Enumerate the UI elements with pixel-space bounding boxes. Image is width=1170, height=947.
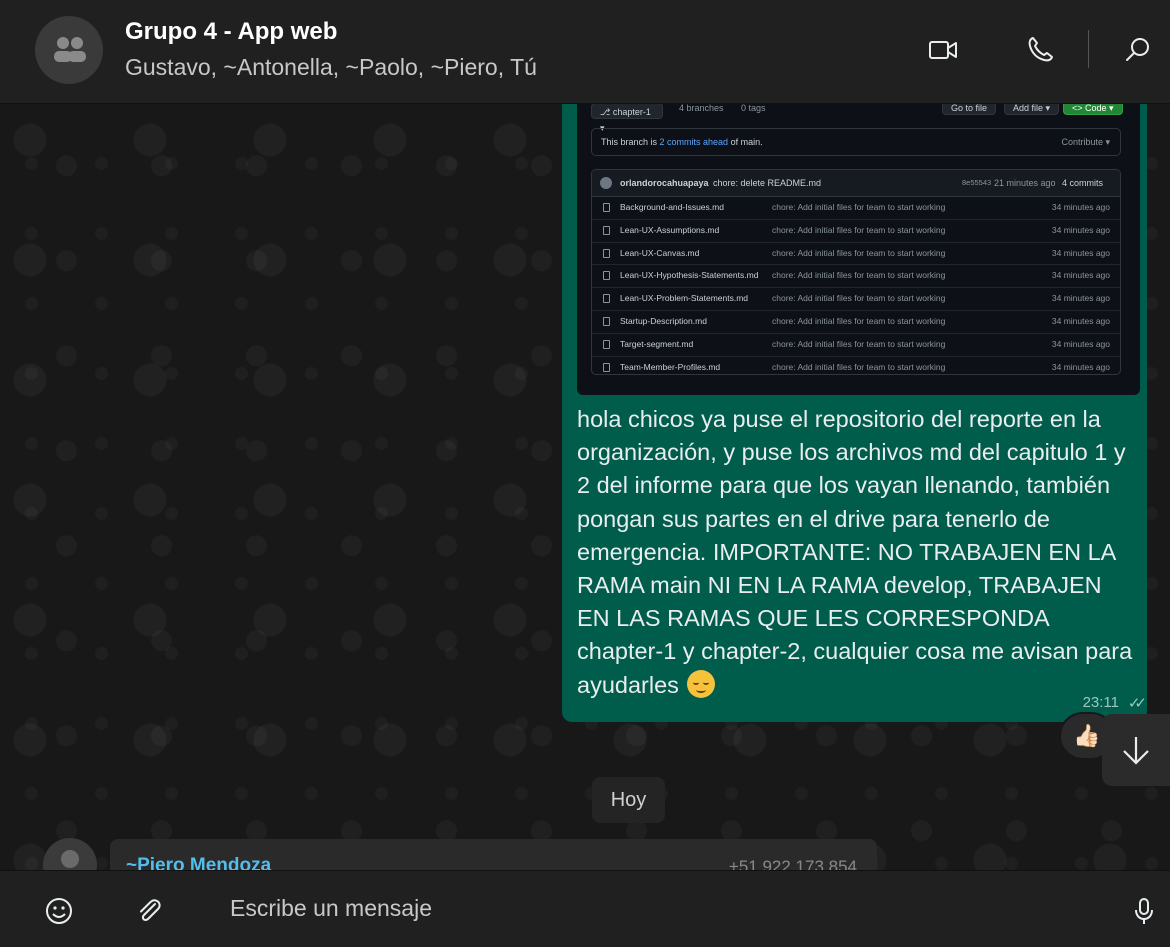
file-row: Lean-UX-Hypothesis-Statements.md chore: A… (592, 265, 1120, 289)
file-time: 34 minutes ago (1051, 315, 1110, 326)
incoming-message-bubble[interactable]: ~Piero Mendoza +51 922 173 854 (110, 839, 877, 870)
note-suffix: of main. (728, 137, 763, 147)
sender-avatar[interactable] (43, 838, 97, 870)
arrow-down-icon (1123, 737, 1149, 765)
file-icon (603, 203, 610, 212)
file-commit-message: chore: Add initial files for team to sta… (772, 338, 946, 349)
file-name: Lean-UX-Hypothesis-Statements.md (620, 270, 759, 281)
note-link: 2 commits ahead (659, 137, 729, 147)
outgoing-message-bubble[interactable]: ⎇ chapter-1 ▾ 4 branches 0 tags Go to fi… (562, 104, 1147, 722)
file-commit-message: chore: Add initial files for team to sta… (772, 293, 946, 304)
branch-name: chapter-1 (612, 107, 651, 117)
code-button: <> Code ▾ (1063, 104, 1123, 115)
group-avatar[interactable] (35, 16, 103, 84)
file-icon (603, 271, 610, 281)
file-name: Target-segment.md (620, 338, 694, 349)
attached-screenshot[interactable]: ⎇ chapter-1 ▾ 4 branches 0 tags Go to fi… (577, 104, 1140, 395)
file-name: Startup-Description.md (620, 315, 707, 326)
branches-count: 4 branches (679, 104, 724, 113)
file-time: 34 minutes ago (1051, 224, 1110, 235)
group-icon (54, 37, 86, 62)
commit-author: orlandorocahuapaya (620, 178, 709, 188)
file-name: Background-and-Issues.md (620, 202, 724, 212)
file-time: 34 minutes ago (1051, 293, 1110, 304)
message-text: hola chicos ya puse el repositorio del r… (577, 403, 1137, 702)
file-row: Background-and-Issues.md chore: Add initi… (592, 197, 1120, 220)
latest-commit-row: orlandorocahuapaya chore: delete README.… (592, 170, 1120, 197)
file-commit-message: chore: Add initial files for team to sta… (772, 224, 946, 235)
file-icon (603, 316, 610, 326)
file-table: orlandorocahuapaya chore: delete README.… (591, 169, 1121, 375)
sender-phone: +51 922 173 854 (728, 857, 857, 870)
file-commit-message: chore: Add initial files for team to sta… (772, 270, 946, 281)
person-icon (61, 850, 79, 868)
file-time: 34 minutes ago (1051, 247, 1110, 258)
file-row: Lean-UX-Assumptions.md chore: Add initial… (592, 220, 1120, 243)
note-prefix: This branch is (601, 137, 660, 147)
file-icon (603, 248, 610, 258)
commit-hash: 8e55543 (962, 178, 992, 187)
file-icon (603, 339, 610, 349)
branch-select: ⎇ chapter-1 ▾ (591, 104, 663, 133)
video-call-icon[interactable] (925, 32, 961, 68)
emoji-icon[interactable] (43, 895, 75, 927)
chat-members[interactable]: Gustavo, ~Antonella, ~Paolo, ~Piero, Tú (125, 54, 537, 81)
tags-count: 0 tags (741, 104, 766, 113)
message-composer: Escribe un mensaje (0, 870, 1170, 947)
chat-title[interactable]: Grupo 4 - App web (125, 18, 337, 46)
file-row: Startup-Description.md chore: Add initial… (592, 311, 1120, 334)
search-icon[interactable] (1120, 32, 1156, 68)
read-receipt-icon: ✓✓ (1127, 695, 1147, 712)
file-icon (603, 294, 610, 304)
message-input[interactable]: Escribe un mensaje (230, 895, 432, 922)
contribute-button: Contribute ▾ (1061, 137, 1110, 147)
file-icon (603, 362, 610, 372)
file-row: Team-Member-Profiles.md chore: Add initia… (592, 357, 1120, 374)
message-body: hola chicos ya puse el repositorio del r… (577, 406, 1133, 698)
attach-icon[interactable] (133, 895, 165, 927)
file-name: Lean-UX-Assumptions.md (620, 224, 720, 235)
file-time: 34 minutes ago (1051, 338, 1110, 349)
file-name: Team-Member-Profiles.md (620, 361, 721, 372)
voice-call-icon[interactable] (1022, 32, 1058, 68)
file-time: 34 minutes ago (1051, 202, 1110, 212)
smiling-face-emoji-icon (687, 669, 716, 698)
add-file-button: Add file ▾ (1004, 104, 1060, 115)
author-avatar (600, 177, 612, 189)
file-time: 34 minutes ago (1051, 361, 1110, 372)
file-name: Lean-UX-Canvas.md (620, 247, 700, 258)
go-to-file-button: Go to file (942, 104, 997, 115)
file-row: Lean-UX-Canvas.md chore: Add initial file… (592, 243, 1120, 266)
file-row: Lean-UX-Problem-Statements.md chore: Add … (592, 288, 1120, 311)
commit-time: 21 minutes ago (994, 178, 1056, 188)
file-commit-message: chore: Add initial files for team to sta… (772, 361, 946, 372)
file-commit-message: chore: Add initial files for team to sta… (772, 247, 946, 258)
date-separator: Hoy (592, 777, 665, 823)
branch-ahead-note: This branch is 2 commits ahead of main. … (591, 128, 1121, 156)
message-time: 23:11 (1082, 694, 1119, 711)
chat-area[interactable]: ⎇ chapter-1 ▾ 4 branches 0 tags Go to fi… (0, 104, 1170, 870)
file-commit-message: chore: Add initial files for team to sta… (772, 202, 946, 212)
chat-header: Grupo 4 - App web Gustavo, ~Antonella, ~… (0, 0, 1170, 104)
scroll-down-button[interactable] (1102, 714, 1170, 786)
file-commit-message: chore: Add initial files for team to sta… (772, 315, 946, 326)
file-row: Target-segment.md chore: Add initial file… (592, 334, 1120, 357)
commit-count: 4 commits (1062, 178, 1104, 188)
file-icon (603, 225, 610, 235)
sender-name[interactable]: ~Piero Mendoza (126, 855, 271, 870)
microphone-icon[interactable] (1128, 895, 1160, 927)
file-name: Lean-UX-Problem-Statements.md (620, 293, 749, 304)
header-divider (1088, 30, 1089, 68)
file-time: 34 minutes ago (1051, 270, 1110, 281)
commit-message: chore: delete README.md (713, 178, 822, 188)
